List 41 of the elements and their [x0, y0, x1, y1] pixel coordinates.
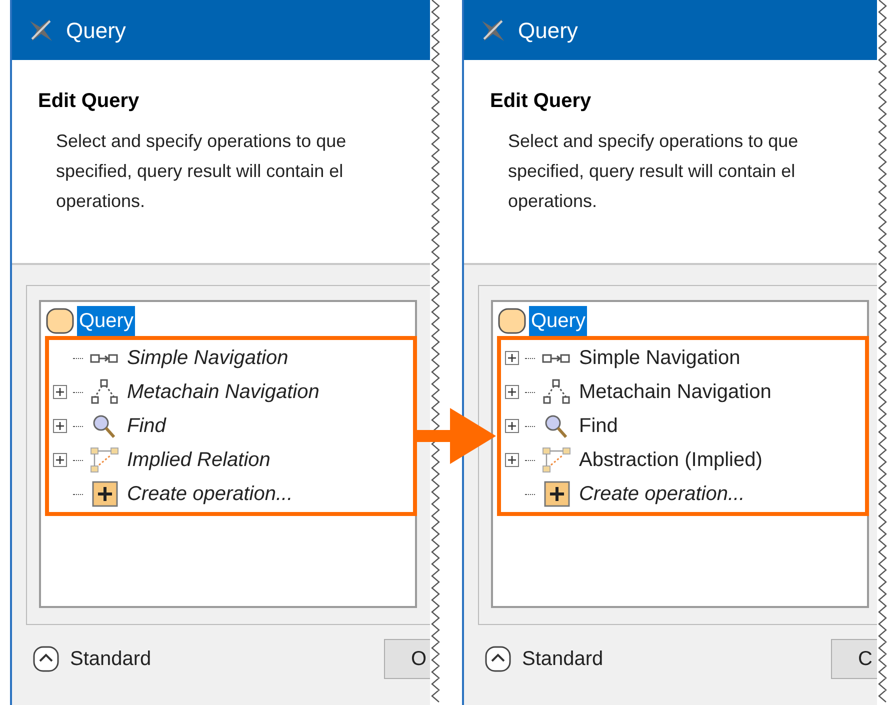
description-text: Select and specify operations to que specified, query result will contain el operations. [56, 130, 348, 213]
tree-item[interactable]: Find [127, 411, 166, 441]
expand-icon[interactable] [53, 419, 67, 433]
tree-item[interactable]: Simple Navigation [579, 343, 740, 373]
collapse-chevron-icon [32, 645, 60, 673]
app-logo-icon [480, 17, 506, 43]
diagram-arrows-icon [541, 446, 573, 474]
app-logo-icon [28, 17, 54, 43]
collapse-chevron-icon [484, 645, 512, 673]
dialog-button[interactable]: C [831, 639, 877, 679]
description-text: Select and specify operations to que specified, query result will contain el operations. [508, 130, 800, 213]
connected-boxes-icon [89, 352, 121, 364]
tree-item[interactable]: Implied Relation [127, 445, 270, 475]
tree-item[interactable]: Abstraction (Implied) [579, 445, 762, 475]
dialog-heading: Edit Query [490, 89, 592, 114]
expand-icon[interactable] [53, 453, 67, 467]
tree-item[interactable]: Create operation... [127, 479, 293, 509]
model-node-icon [45, 307, 75, 335]
tree-item[interactable]: Create operation... [579, 479, 745, 509]
window-title: Query [518, 16, 578, 45]
node-chain-icon [541, 378, 573, 406]
connected-boxes-icon [541, 352, 573, 364]
tree-root-item[interactable]: Query [529, 306, 588, 336]
expand-icon[interactable] [505, 351, 519, 365]
tree-item[interactable]: Metachain Navigation [579, 377, 772, 407]
dialog-button[interactable]: O [384, 639, 430, 679]
tree-item[interactable]: Find [579, 411, 618, 441]
node-chain-icon [89, 378, 121, 406]
model-node-icon [497, 307, 527, 335]
diagram-arrows-icon [89, 446, 121, 474]
standard-mode-toggle[interactable]: Standard [484, 644, 604, 674]
tree-item[interactable]: Simple Navigation [127, 343, 288, 373]
window-title: Query [66, 16, 126, 45]
expand-icon[interactable] [505, 385, 519, 399]
standard-mode-toggle[interactable]: Standard [32, 644, 152, 674]
expand-icon[interactable] [53, 385, 67, 399]
tree-root-item[interactable]: Query [77, 306, 136, 336]
tree-item[interactable]: Metachain Navigation [127, 377, 320, 407]
expand-icon[interactable] [505, 419, 519, 433]
expand-icon[interactable] [505, 453, 519, 467]
dialog-heading: Edit Query [38, 89, 140, 114]
